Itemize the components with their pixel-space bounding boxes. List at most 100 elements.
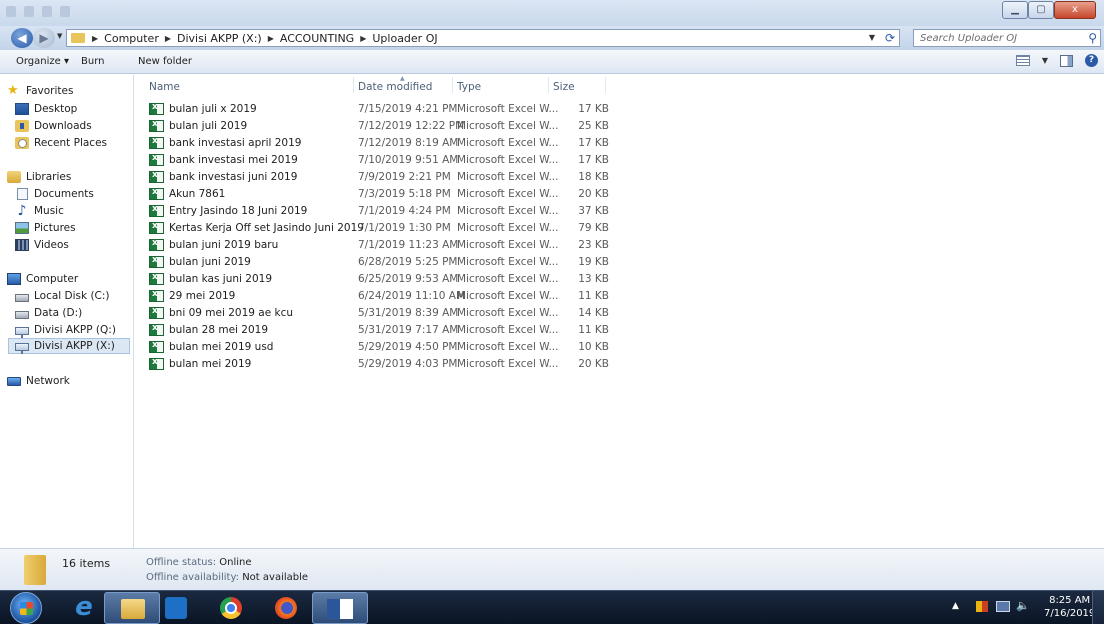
clock[interactable]: 8:25 AM 7/16/2019 xyxy=(1044,594,1095,620)
show-hidden-icons-icon[interactable]: ▲ xyxy=(952,601,959,611)
minimize-button[interactable]: ▁ xyxy=(1002,1,1028,19)
file-name: bank investasi juni 2019 xyxy=(169,171,298,183)
sidebar-item-music[interactable]: ♪ Music xyxy=(15,203,64,219)
column-divider[interactable] xyxy=(548,77,549,93)
column-header-name[interactable]: Name xyxy=(149,81,180,93)
column-header-date-modified[interactable]: Date modified xyxy=(358,81,432,93)
sidebar-item-data-d[interactable]: Data (D:) xyxy=(15,305,82,321)
word-icon[interactable] xyxy=(312,592,368,624)
file-row[interactable]: bulan juli 2019 7/12/2019 12:22 PMMicroso… xyxy=(135,118,609,135)
desktop-icon xyxy=(15,103,29,115)
save-icon[interactable] xyxy=(6,6,16,17)
file-name-cell[interactable]: bni 09 mei 2019 ae kcu xyxy=(149,306,293,319)
firefox-icon[interactable] xyxy=(260,592,316,624)
chrome-icon[interactable] xyxy=(205,592,261,624)
start-button[interactable] xyxy=(10,592,42,624)
column-header-size[interactable]: Size xyxy=(553,81,575,93)
maximize-button[interactable]: ▢ xyxy=(1028,1,1054,19)
file-name-cell[interactable]: 29 mei 2019 xyxy=(149,289,235,302)
burn-button[interactable]: Burn xyxy=(81,56,104,67)
refresh-icon[interactable]: ⟳ xyxy=(885,30,895,46)
back-button[interactable]: ◀ xyxy=(11,28,33,48)
close-button[interactable]: x xyxy=(1054,1,1096,19)
offline-availability: Offline availability: Not available xyxy=(146,572,308,583)
address-bar[interactable]: ▶ Computer ▶ Divisi AKPP (X:) ▶ ACCOUNTI… xyxy=(66,29,900,47)
file-name-cell[interactable]: bank investasi mei 2019 xyxy=(149,153,298,166)
sidebar-item-local-disk-c[interactable]: Local Disk (C:) xyxy=(15,288,110,304)
new-folder-button[interactable]: New folder xyxy=(138,56,192,67)
sidebar-item-network[interactable]: Network xyxy=(7,373,70,389)
file-row[interactable]: bank investasi juni 2019 7/9/2019 2:21 PM… xyxy=(135,169,609,186)
search-icon[interactable]: ⚲ xyxy=(1088,31,1097,45)
file-name-cell[interactable]: bulan 28 mei 2019 xyxy=(149,323,268,336)
sidebar-item-libraries[interactable]: Libraries xyxy=(7,169,71,185)
file-row[interactable]: bank investasi mei 2019 7/10/2019 9:51 AM… xyxy=(135,152,609,169)
file-row[interactable]: bulan mei 2019 usd 5/29/2019 4:50 PMMicro… xyxy=(135,339,609,356)
file-name-cell[interactable]: bulan juli 2019 xyxy=(149,119,247,132)
file-name-cell[interactable]: bulan juni 2019 xyxy=(149,255,251,268)
forward-button[interactable]: ▶ xyxy=(33,28,55,48)
sidebar-item-divisi-akpp-q[interactable]: Divisi AKPP (Q:) xyxy=(15,322,116,338)
outlook-icon[interactable] xyxy=(150,592,206,624)
chevron-right-icon[interactable]: ▶ xyxy=(360,34,366,43)
preview-pane-icon[interactable] xyxy=(1060,54,1073,67)
sidebar-item-downloads[interactable]: Downloads xyxy=(15,118,92,134)
chevron-right-icon[interactable]: ▶ xyxy=(165,34,171,43)
breadcrumb-accounting[interactable]: ACCOUNTING xyxy=(280,32,354,45)
column-divider[interactable] xyxy=(605,77,606,93)
file-name-cell[interactable]: bulan juni 2019 baru xyxy=(149,238,278,251)
file-row[interactable]: Entry Jasindo 18 Juni 2019 7/1/2019 4:24 … xyxy=(135,203,609,220)
sidebar-item-divisi-akpp-x[interactable]: Divisi AKPP (X:) xyxy=(8,338,130,354)
redo-icon[interactable] xyxy=(42,6,52,17)
breadcrumb-divisi-akpp-x[interactable]: Divisi AKPP (X:) xyxy=(177,32,262,45)
sidebar-item-videos[interactable]: Videos xyxy=(15,237,69,253)
undo-icon[interactable] xyxy=(24,6,34,17)
sidebar-item-pictures[interactable]: Pictures xyxy=(15,220,76,236)
help-icon[interactable]: ? xyxy=(1085,54,1098,67)
breadcrumb-uploader-oj[interactable]: Uploader OJ xyxy=(372,32,437,45)
sidebar-item-documents[interactable]: Documents xyxy=(15,186,94,202)
file-row[interactable]: bulan kas juni 2019 6/25/2019 9:53 AMMicr… xyxy=(135,271,609,288)
sidebar-item-recent-places[interactable]: Recent Places xyxy=(15,135,107,151)
column-header-type[interactable]: Type xyxy=(457,81,481,93)
file-row[interactable]: bank investasi april 2019 7/12/2019 8:19 … xyxy=(135,135,609,152)
file-row[interactable]: bulan juni 2019 baru 7/1/2019 11:23 AMMic… xyxy=(135,237,609,254)
view-options-dropdown[interactable]: ▼ xyxy=(1042,56,1048,65)
file-name-cell[interactable]: bulan juli x 2019 xyxy=(149,102,257,115)
file-row[interactable]: bni 09 mei 2019 ae kcu 5/31/2019 8:39 AMM… xyxy=(135,305,609,322)
show-desktop-button[interactable] xyxy=(1092,591,1104,624)
file-row[interactable]: bulan juni 2019 6/28/2019 5:25 PMMicrosof… xyxy=(135,254,609,271)
customize-icon[interactable] xyxy=(60,6,70,17)
address-history-dropdown[interactable]: ▼ xyxy=(869,30,875,46)
file-name-cell[interactable]: Entry Jasindo 18 Juni 2019 xyxy=(149,204,307,217)
organize-button[interactable]: Organize ▾ xyxy=(16,56,69,67)
chevron-right-icon[interactable]: ▶ xyxy=(268,34,274,43)
network-status-icon[interactable] xyxy=(996,601,1010,612)
sidebar-item-favorites[interactable]: ★ Favorites xyxy=(7,83,73,99)
column-divider[interactable] xyxy=(353,77,354,93)
file-name-cell[interactable]: bulan mei 2019 usd xyxy=(149,340,273,353)
search-input[interactable] xyxy=(920,32,1080,44)
file-row[interactable]: bulan mei 2019 5/29/2019 4:03 PMMicrosoft… xyxy=(135,356,609,373)
file-name-cell[interactable]: bank investasi april 2019 xyxy=(149,136,301,149)
file-row[interactable]: bulan juli x 2019 7/15/2019 4:21 PMMicros… xyxy=(135,101,609,118)
file-name-cell[interactable]: bulan kas juni 2019 xyxy=(149,272,272,285)
file-row[interactable]: Kertas Kerja Off set Jasindo Juni 20197/… xyxy=(135,220,609,237)
sidebar-item-desktop[interactable]: Desktop xyxy=(15,101,77,117)
file-name-cell[interactable]: bulan mei 2019 xyxy=(149,357,251,370)
sidebar-item-computer[interactable]: Computer xyxy=(7,271,78,287)
file-name-cell[interactable]: Akun 7861 xyxy=(149,187,225,200)
recent-pages-dropdown[interactable]: ▼ xyxy=(57,32,62,40)
volume-icon[interactable]: 🔈 xyxy=(1016,599,1030,612)
file-name-cell[interactable]: Kertas Kerja Off set Jasindo Juni 2019 xyxy=(149,221,364,234)
search-box[interactable]: ⚲ xyxy=(913,29,1101,47)
file-row[interactable]: bulan 28 mei 2019 5/31/2019 7:17 AMMicros… xyxy=(135,322,609,339)
breadcrumb-computer[interactable]: Computer xyxy=(104,32,159,45)
file-row[interactable]: Akun 7861 7/3/2019 5:18 PM Microsoft Excel… xyxy=(135,186,609,203)
file-row[interactable]: 29 mei 2019 6/24/2019 11:10 AMMicrosoft E… xyxy=(135,288,609,305)
chevron-right-icon[interactable]: ▶ xyxy=(92,34,98,43)
column-divider[interactable] xyxy=(452,77,453,93)
change-view-icon[interactable] xyxy=(1015,55,1030,66)
file-name-cell[interactable]: bank investasi juni 2019 xyxy=(149,170,298,183)
action-center-flag-icon[interactable] xyxy=(976,601,988,612)
